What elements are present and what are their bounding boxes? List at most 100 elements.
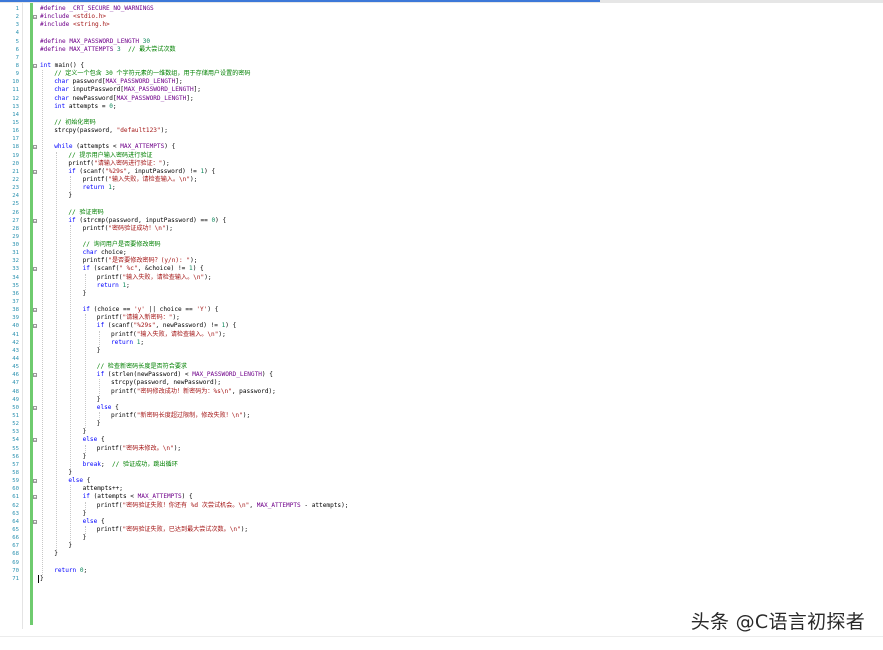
code-line[interactable]: 65 printf("密码验证失败，已达到最大尝试次数。\n"); [0,526,883,534]
code-line[interactable]: 6 #define MAX_ATTEMPTS 3 // 最大尝试次数 [0,46,883,54]
code-token: 30 [142,37,151,45]
code-token: ); [162,159,170,167]
code-line[interactable]: 56} [0,453,883,461]
code-line[interactable]: 7 [0,54,883,62]
code-line[interactable]: 50 − else { [0,404,883,412]
code-line[interactable]: 1 #define _CRT_SECURE_NO_WARNINGS [0,5,883,13]
fold-toggle-icon[interactable]: − [33,373,37,378]
code-text: else { [68,477,90,485]
code-line[interactable]: 57 break; // 验证成功，跳出循环 [0,461,883,469]
code-line[interactable]: 39 printf("请输入新密码："); [0,314,883,322]
code-line[interactable]: 41 printf("输入失败，请检查输入。\n"); [0,331,883,339]
code-line[interactable]: 21 − if (scanf("%29s", inputPassword) != 1… [0,168,883,176]
code-line[interactable]: 17 [0,135,883,143]
code-line[interactable]: 42 return 1; [0,339,883,347]
code-line[interactable]: 30 // 询问用户是否要修改密码 [0,241,883,249]
code-line[interactable]: 48 printf("密码修改成功！新密码为：%s\n", password); [0,388,883,396]
code-line[interactable]: 14 [0,111,883,119]
code-line[interactable]: 59 − else { [0,477,883,485]
code-token: ) { [192,265,204,273]
fold-toggle-icon[interactable]: − [33,479,37,484]
code-line[interactable]: 61 − if (attempts < MAX_ATTEMPTS) { [0,493,883,501]
code-line[interactable]: 32 printf("是否要修改密码？(y/n): "); [0,257,883,265]
code-line[interactable]: 51 printf("新密码长度超过限制，修改失败！\n"); [0,412,883,420]
code-line[interactable]: 63} [0,510,883,518]
code-line[interactable]: 43} [0,347,883,355]
code-line[interactable]: 27 − if (strcmp(password, inputPassword) =… [0,217,883,225]
code-line[interactable]: 4 [0,29,883,37]
fold-toggle-icon[interactable]: − [33,169,37,174]
code-line[interactable]: 26 // 验证密码 [0,209,883,217]
code-line[interactable]: 28 printf("密码验证成功！\n"); [0,225,883,233]
fold-toggle-icon[interactable]: − [33,308,37,313]
line-number: 39 [12,315,19,322]
code-line[interactable]: 19 // 提示用户输入密码进行验证 [0,152,883,160]
code-line[interactable]: 64 − else { [0,518,883,526]
code-token: - attempts); [300,501,349,509]
code-line[interactable]: 33 − if (scanf(" %c", &choice) != 1) { [0,265,883,273]
fold-toggle-icon[interactable]: − [33,405,37,410]
code-line[interactable]: 36} [0,290,883,298]
fold-toggle-icon[interactable]: − [33,218,37,223]
code-line[interactable]: 5 #define MAX_PASSWORD_LENGTH 30 [0,38,883,46]
code-line[interactable]: 52} [0,420,883,428]
fold-toggle-icon[interactable]: − [33,15,37,20]
code-line[interactable]: 24} [0,192,883,200]
code-line[interactable]: 37 [0,298,883,306]
code-line[interactable]: 15 // 初始化密码 [0,119,883,127]
code-token: printf( [82,257,109,265]
fold-toggle-icon[interactable]: − [33,267,37,272]
code-line[interactable]: 62 printf("密码验证失败！你还有 %d 次尝试机会。\n", MAX_A… [0,502,883,510]
fold-toggle-icon[interactable]: − [33,63,37,68]
fold-toggle-icon[interactable]: − [33,324,37,329]
code-token: ) { [164,143,176,151]
code-line[interactable]: 69 [0,559,883,567]
code-line[interactable]: 71} [0,575,883,583]
code-line[interactable]: 67} [0,542,883,550]
code-line[interactable]: 58} [0,469,883,477]
code-line[interactable]: 16 strcpy(password, "default123"); [0,127,883,135]
code-line[interactable]: 40 − if (scanf("%29s", newPassword) != 1) … [0,322,883,330]
line-number: 8 [15,62,19,69]
fold-toggle-icon[interactable]: − [33,145,37,150]
line-number: 12 [12,95,19,102]
code-line[interactable]: 54 − else { [0,436,883,444]
code-line[interactable]: 11 char inputPassword[MAX_PASSWORD_LENGTH… [0,86,883,94]
code-token: MAX_PASSWORD_LENGTH [105,78,176,86]
code-line[interactable]: 34 printf("输入失败，请检查输入。\n"); [0,274,883,282]
code-line[interactable]: 9 // 定义一个包含 30 个字符元素的一维数组，用于存储用户设置的密码 [0,70,883,78]
code-token: || choice == [144,306,197,314]
fold-toggle-icon[interactable]: − [33,495,37,500]
code-line[interactable]: 68} [0,550,883,558]
code-line[interactable]: 25 [0,200,883,208]
fold-toggle-icon[interactable]: − [33,438,37,443]
code-line[interactable]: 44 [0,355,883,363]
code-line[interactable]: 47 strcpy(password, newPassword); [0,379,883,387]
line-number: 37 [12,299,19,306]
code-line[interactable]: 18 − while (attempts < MAX_ATTEMPTS) { [0,143,883,151]
code-token: ); [172,314,180,322]
code-line[interactable]: 3 #include <string.h> [0,21,883,29]
code-token: newPassword[ [68,94,117,102]
code-editor[interactable]: 1 #define _CRT_SECURE_NO_WARNINGS 2− #inclu… [0,3,883,629]
code-line[interactable]: 12 char newPassword[MAX_PASSWORD_LENGTH]; [0,95,883,103]
code-line[interactable]: 20 printf("请输入密码进行验证："); [0,160,883,168]
code-line[interactable]: 23 return 1; [0,184,883,192]
code-line[interactable]: 55 printf("密码未修改。\n"); [0,445,883,453]
code-line[interactable]: 70 return 0; [0,567,883,575]
code-line[interactable]: 66} [0,534,883,542]
fold-toggle-icon[interactable]: − [33,519,37,524]
code-line[interactable]: 46 − if (strlen(newPassword) < MAX_PASSWOR… [0,371,883,379]
code-line[interactable]: 49} [0,396,883,404]
code-line[interactable]: 8 − int main() { [0,62,883,70]
code-line[interactable]: 29 [0,233,883,241]
code-line[interactable]: 35 return 1; [0,282,883,290]
code-line[interactable]: 13 int attempts = 0; [0,103,883,111]
code-line[interactable]: 45 // 检查新密码长度是否符合要求 [0,363,883,371]
code-line[interactable]: 53} [0,428,883,436]
code-token: ) { [261,371,273,379]
code-line[interactable]: 60 attempts++; [0,485,883,493]
code-line[interactable]: 2 − #include <stdio.h> [0,13,883,21]
code-line[interactable]: 10 char password[MAX_PASSWORD_LENGTH]; [0,78,883,86]
code-line[interactable]: 22 printf("输入失败，请检查输入。\n"); [0,176,883,184]
